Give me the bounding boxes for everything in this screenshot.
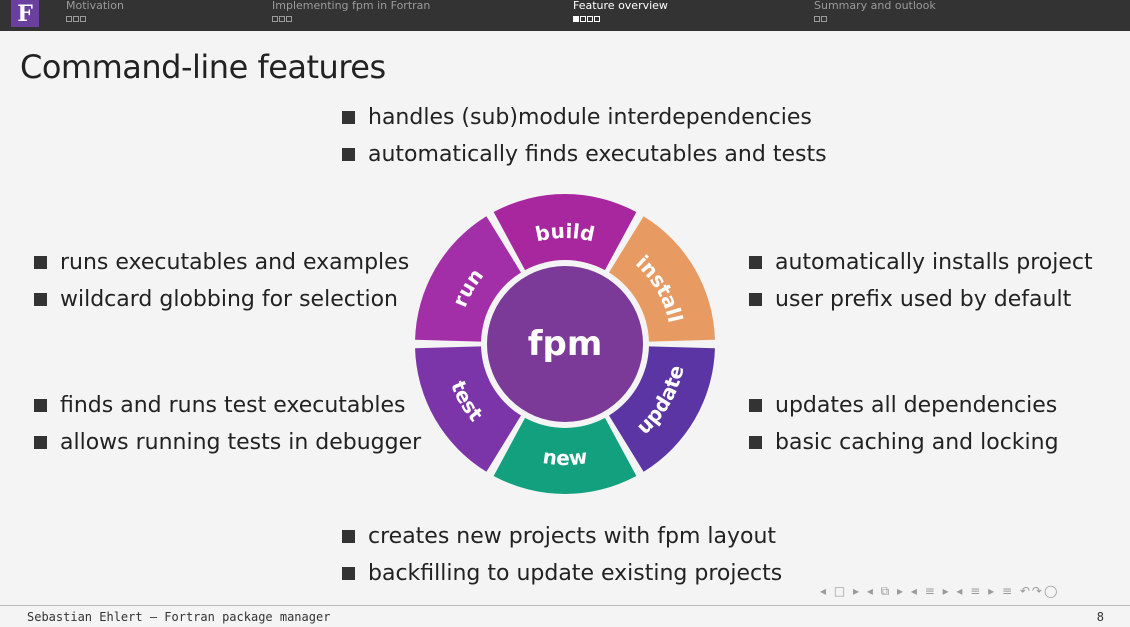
bullet-text: allows running tests in debugger — [60, 430, 422, 455]
bullet-item: automatically installs project — [749, 244, 1093, 281]
slide-dot[interactable] — [580, 16, 586, 22]
bullet-text: backfilling to update existing projects — [368, 561, 783, 586]
slide-dot[interactable] — [73, 16, 79, 22]
slide-dot[interactable] — [66, 16, 72, 22]
bullet-item: creates new projects with fpm layout — [342, 518, 782, 555]
wheel-segment-build — [493, 194, 637, 271]
bullet-square-icon — [749, 256, 762, 269]
bullet-text: creates new projects with fpm layout — [368, 524, 777, 549]
bullet-text: runs executables and examples — [60, 250, 410, 275]
beamer-navigation-controls[interactable]: ◂ □ ▸ ◂ ⧉ ▸ ◂ ≡ ▸ ◂ ≡ ▸ ≡ ↶↷◯ — [820, 584, 1059, 599]
bullet-item: basic caching and locking — [749, 424, 1059, 461]
bullet-square-icon — [34, 436, 47, 449]
bullet-item: allows running tests in debugger — [34, 424, 421, 461]
page-number: 8 — [1096, 610, 1104, 624]
bullet-list-new: creates new projects with fpm layout bac… — [342, 518, 782, 592]
bullet-square-icon — [34, 399, 47, 412]
bullet-square-icon — [34, 256, 47, 269]
wheel-center-label: fpm — [528, 324, 603, 364]
footer-author: Sebastian Ehlert – Fortran package manag… — [27, 610, 331, 624]
nav-section-label: Summary and outlook — [814, 0, 936, 12]
slide-progress-dots — [573, 16, 668, 22]
nav-section-motivation[interactable]: Motivation — [66, 0, 124, 22]
slide-progress-dots — [814, 16, 936, 22]
nav-section-summary[interactable]: Summary and outlook — [814, 0, 936, 22]
bullet-text: wildcard globbing for selection — [60, 287, 398, 312]
bullet-item: backfilling to update existing projects — [342, 555, 782, 592]
bullet-item: user prefix used by default — [749, 281, 1093, 318]
footer-bar: Sebastian Ehlert – Fortran package manag… — [0, 605, 1130, 627]
slide-dot-current[interactable] — [573, 16, 579, 22]
slide-dot[interactable] — [814, 16, 820, 22]
bullet-square-icon — [342, 148, 355, 161]
bullet-square-icon — [749, 436, 762, 449]
wheel-label-new: new — [541, 444, 588, 470]
slide-dot[interactable] — [594, 16, 600, 22]
bullet-item: wildcard globbing for selection — [34, 281, 409, 318]
fpm-command-wheel: fpm build install update new test run — [415, 194, 715, 495]
bullet-item: updates all dependencies — [749, 387, 1059, 424]
bullet-square-icon — [34, 293, 47, 306]
slide-dot[interactable] — [286, 16, 292, 22]
slide-dot[interactable] — [821, 16, 827, 22]
fortran-logo: F — [11, 0, 39, 27]
bullet-list-top: handles (sub)module interdependencies au… — [342, 99, 827, 173]
bullet-text: automatically installs project — [775, 250, 1093, 275]
bullet-text: basic caching and locking — [775, 430, 1059, 455]
slide-progress-dots — [272, 16, 430, 22]
section-navigation-bar: F Motivation Implementing fpm in Fortran… — [0, 0, 1130, 31]
bullet-list-install: automatically installs project user pref… — [749, 244, 1093, 318]
nav-section-implementing[interactable]: Implementing fpm in Fortran — [272, 0, 430, 22]
bullet-square-icon — [342, 530, 355, 543]
bullet-item: finds and runs test executables — [34, 387, 421, 424]
bullet-item: handles (sub)module interdependencies — [342, 99, 827, 136]
slide-dot[interactable] — [587, 16, 593, 22]
bullet-item: automatically finds executables and test… — [342, 136, 827, 173]
bullet-text: finds and runs test executables — [60, 393, 406, 418]
bullet-square-icon — [749, 399, 762, 412]
nav-section-label: Implementing fpm in Fortran — [272, 0, 431, 12]
bullet-list-test: finds and runs test executables allows r… — [34, 387, 421, 461]
bullet-text: user prefix used by default — [775, 287, 1072, 312]
bullet-square-icon — [749, 293, 762, 306]
bullet-text: handles (sub)module interdependencies — [368, 105, 812, 130]
bullet-square-icon — [342, 111, 355, 124]
slide-progress-dots — [66, 16, 124, 22]
slide-title: Command-line features — [20, 48, 386, 86]
nav-section-label: Motivation — [66, 0, 124, 12]
slide-dot[interactable] — [272, 16, 278, 22]
bullet-square-icon — [342, 567, 355, 580]
bullet-item: runs executables and examples — [34, 244, 409, 281]
bullet-list-run: runs executables and examples wildcard g… — [34, 244, 409, 318]
slide-dot[interactable] — [279, 16, 285, 22]
slide-dot[interactable] — [80, 16, 86, 22]
bullet-list-update: updates all dependencies basic caching a… — [749, 387, 1059, 461]
nav-section-label: Feature overview — [573, 0, 668, 12]
nav-section-feature-overview[interactable]: Feature overview — [573, 0, 668, 22]
bullet-text: automatically finds executables and test… — [368, 142, 827, 167]
bullet-text: updates all dependencies — [775, 393, 1058, 418]
